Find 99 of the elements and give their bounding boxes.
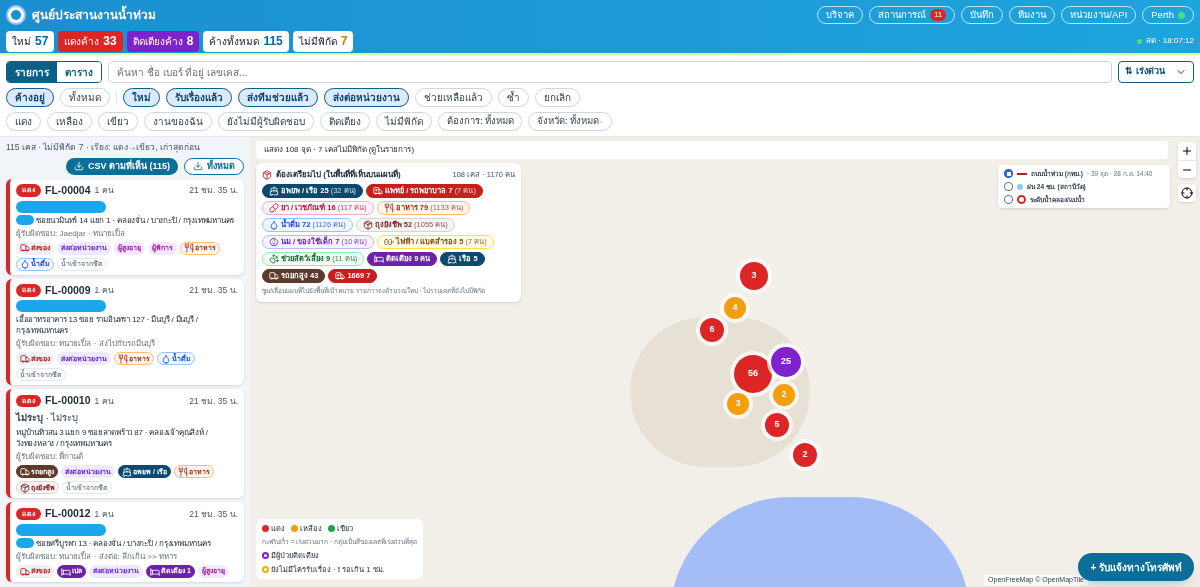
droplet-icon — [20, 259, 30, 269]
filter-chip[interactable]: ส่งต่อหน่วยงาน — [324, 88, 409, 107]
layer-checkbox[interactable] — [1004, 182, 1013, 192]
boat-icon — [447, 254, 458, 264]
case-id: FL-00010 — [45, 393, 91, 409]
stat-value: 8 — [186, 33, 194, 50]
search-field[interactable]: ค้นหา ชื่อ เบอร์ ที่อยู่ เลขเคส... — [108, 61, 1112, 83]
map-banner: แสดง 108 จุด · 7 เคสไม่มีพิกัด (ดูในรายการ) — [256, 141, 1168, 159]
truck-icon — [269, 271, 279, 281]
filter-chip[interactable]: ยกเลิก — [535, 88, 580, 107]
boat-icon — [269, 186, 279, 196]
truck-icon — [20, 466, 30, 477]
stat-value: 57 — [35, 33, 49, 50]
elapsed-time: 21 ชม. 35 น. — [189, 507, 238, 521]
case-address: ซอยศรีบูรพา 13 · คลองจั่น / บางกะปิ / กรุงเทพมหานคร — [36, 538, 211, 549]
ambulance-icon — [373, 186, 384, 196]
locate-button[interactable] — [1178, 184, 1196, 202]
filter-chip[interactable]: ส่งทีมช่วยแล้ว — [238, 88, 318, 107]
elapsed-time: 21 ชม. 35 น. — [189, 184, 238, 197]
elapsed-time: 21 ชม. 35 น. — [189, 394, 238, 408]
layer-checkbox[interactable] — [1004, 169, 1013, 179]
download-button[interactable]: ทั้งหมด — [184, 157, 244, 175]
filter-chip[interactable]: ซ้ำ — [498, 88, 529, 107]
droplet-icon — [161, 353, 171, 364]
case-id: FL-00012 — [45, 506, 91, 522]
filter-chip[interactable]: งานของฉัน — [144, 112, 212, 131]
pill-icon — [269, 203, 279, 213]
contact-name: ไม่ระบุ · ไม่ระบุ — [16, 411, 80, 426]
stat-value: 7 — [340, 33, 348, 50]
logo-icon — [6, 5, 26, 25]
count-badge: 11 — [930, 9, 947, 21]
stat-value: 33 — [103, 33, 117, 50]
droplet-icon — [269, 220, 279, 230]
crosshair-icon — [1181, 187, 1193, 199]
filter-chip[interactable]: รับเรื่องแล้ว — [166, 88, 232, 107]
filter-chip[interactable]: ใหม่ — [123, 88, 160, 107]
ambulance-icon — [335, 271, 346, 281]
filter-chip[interactable]: ช่วยเหลือแล้ว — [415, 88, 492, 107]
case-owner: ผู้รับผิดชอบ: พี่กานต์ — [16, 451, 85, 464]
people-count: 1 คน — [94, 184, 114, 197]
filter-chip[interactable]: ไม่มีพิกัด — [376, 112, 432, 131]
elapsed-time: 21 ชม. 35 น. — [189, 284, 238, 297]
case-id: FL-00004 — [45, 182, 91, 198]
truck-icon — [20, 566, 30, 577]
filter-chip[interactable]: แดง — [6, 112, 41, 131]
layer-checkbox[interactable] — [1004, 194, 1013, 204]
case-owner: ผู้รับผิดชอบ: ทนายเปิ้ล · ส่งต่อ: ลึกเกิน >> ทหาร — [16, 551, 178, 563]
case-address: เอื้ออาทรอาคาร 13 ซอย รามอินทรา 127 · มีนบุรี / มีนบุรี / กรุงเทพมหานคร — [16, 314, 199, 337]
live-clock: สด · 18:07:12 — [1145, 35, 1194, 47]
case-address: หมู่บ้านทิวสน 3 แยก 9 ซอยลาดพร้าว 87 · คลองเจ้าคุณสิงห์ / วังทองหลาง / กรุงเทพมหานคร — [16, 427, 209, 450]
package-icon — [20, 482, 30, 493]
bed-icon — [61, 566, 71, 577]
filter-chip[interactable]: ค้างอยู่ — [6, 88, 54, 107]
utensils-icon — [184, 243, 194, 253]
sort-select[interactable]: ⇅ เร่งด่วน — [1118, 61, 1194, 83]
cluster-marker[interactable]: 3 — [740, 262, 768, 290]
case-card[interactable] — [6, 389, 244, 499]
stat-value: 115 — [263, 33, 283, 50]
package-icon — [262, 170, 272, 180]
utensils-icon — [383, 203, 394, 213]
bed-icon — [374, 254, 385, 264]
package-icon — [362, 220, 373, 230]
filter-chip[interactable]: ยังไม่มีผู้รับผิดชอบ — [218, 112, 314, 131]
cluster-marker[interactable]: 2 — [793, 443, 817, 467]
case-id: FL-00009 — [45, 282, 91, 298]
download-icon — [73, 161, 84, 172]
case-owner: ผู้รับผิดชอบ: ทนายเปิ้ล · ส่งไปกับรถมีนบุรี — [16, 338, 156, 351]
people-count: 1 คน — [94, 394, 114, 408]
list-summary: 115 เคส · ไม่มีพิกัด 7 · เรียง: แดง→เขียว, เก่าสุดก่อน — [6, 141, 202, 154]
cluster-marker[interactable]: 5 — [765, 413, 789, 437]
needs-title: ต้องเตรียมไป (ในพื้นที่ที่เห็นบนแผนที่) — [276, 169, 401, 181]
download-button[interactable]: CSV ตามที่เห็น (115) — [65, 157, 178, 175]
stat-label: ติดเตียงค้าง — [132, 34, 183, 49]
truck-icon — [20, 243, 30, 253]
filter-chip[interactable]: ทั้งหมด — [60, 88, 110, 107]
stat-label: แดงค้าง — [64, 34, 100, 49]
case-address: ซอยนวมินทร์ 14 แยก 1 · คลองจั่น / บางกะปิ / กรุงเทพมหานคร — [36, 214, 235, 226]
stat-label: ไม่มีพิกัด — [298, 34, 337, 49]
people-count: 1 คน — [94, 507, 114, 521]
view-tab[interactable]: รายการ — [7, 62, 57, 82]
app-title: ศูนย์ประสานงานน้ำท่วม — [32, 6, 156, 24]
utensils-icon — [118, 353, 128, 364]
filter-chip[interactable]: เขียว — [98, 112, 138, 131]
stat-label: ใหม่ — [12, 34, 31, 49]
filter-chip[interactable]: เหลือง — [47, 112, 92, 131]
paw-icon — [269, 254, 279, 264]
utensils-icon — [177, 466, 188, 477]
plus-icon — [1181, 145, 1193, 157]
boat-icon — [122, 466, 132, 477]
truck-icon — [20, 353, 30, 364]
cluster-marker[interactable]: 56 — [734, 355, 772, 393]
cluster-marker[interactable]: 25 — [771, 347, 801, 377]
download-icon — [193, 161, 203, 172]
people-count: 1 คน — [94, 284, 114, 297]
filter-chip[interactable]: ติดเตียง — [320, 112, 370, 131]
stat-label: ค้างทั้งหมด — [209, 33, 260, 49]
bed-icon — [150, 566, 160, 577]
case-owner: ผู้รับผิดชอบ: Jaedjar · ทนายเปิ้ล — [16, 227, 126, 240]
cluster-marker[interactable]: 6 — [700, 318, 724, 342]
